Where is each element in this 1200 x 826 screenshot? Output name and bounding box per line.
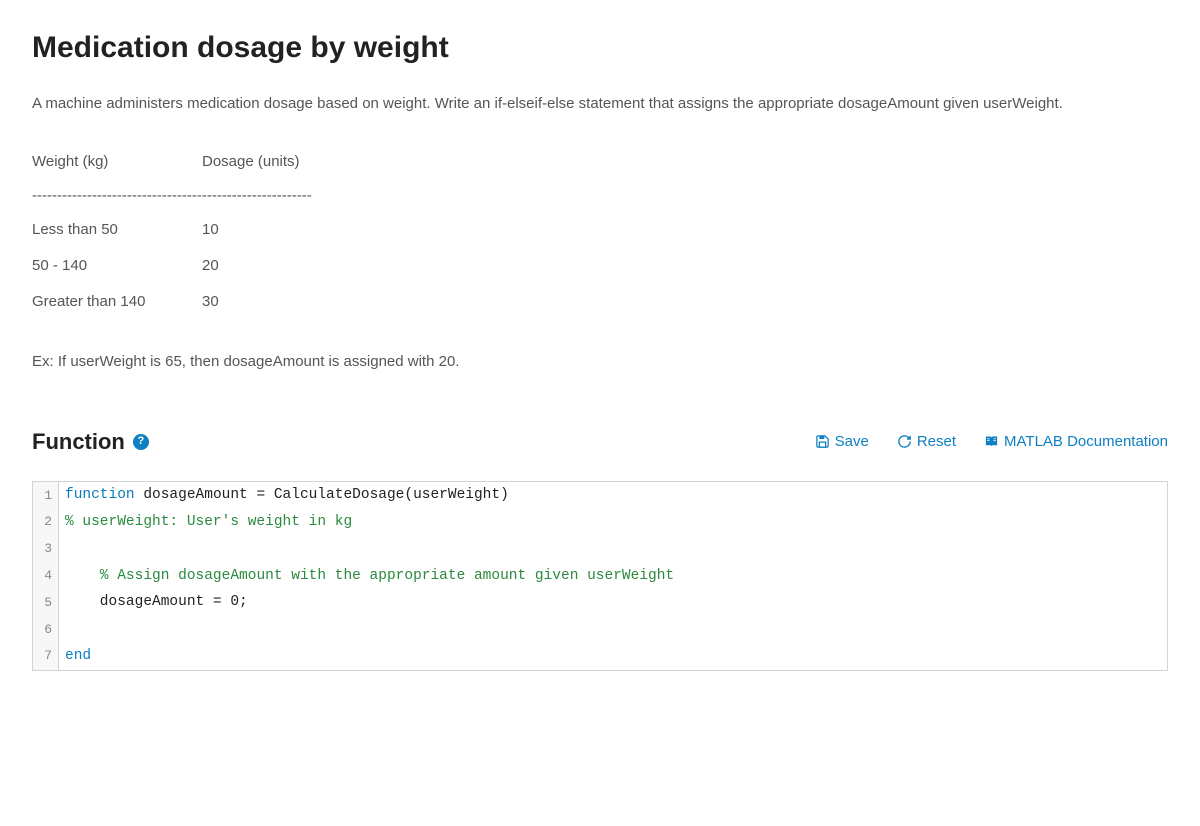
reset-label: Reset xyxy=(917,430,956,454)
code-content[interactable] xyxy=(59,616,74,643)
line-number: 4 xyxy=(33,563,59,590)
problem-description: A machine administers medication dosage … xyxy=(32,92,1168,116)
save-button[interactable]: Save xyxy=(815,430,869,454)
code-line[interactable]: 5 dosageAmount = 0; xyxy=(33,589,1167,616)
code-content[interactable]: % Assign dosageAmount with the appropria… xyxy=(59,563,674,590)
table-row: Less than 50 10 xyxy=(32,212,1168,248)
page-title: Medication dosage by weight xyxy=(32,24,1168,72)
table-cell-weight: Less than 50 xyxy=(32,218,202,242)
code-content[interactable]: dosageAmount = 0; xyxy=(59,589,248,616)
documentation-label: MATLAB Documentation xyxy=(1004,430,1168,454)
code-line[interactable]: 6 xyxy=(33,616,1167,643)
table-cell-weight: 50 - 140 xyxy=(32,254,202,278)
table-cell-weight: Greater than 140 xyxy=(32,290,202,314)
code-content[interactable]: % userWeight: User's weight in kg xyxy=(59,509,352,536)
table-row: 50 - 140 20 xyxy=(32,248,1168,284)
save-icon xyxy=(815,434,830,449)
line-number: 6 xyxy=(33,616,59,643)
code-line[interactable]: 4 % Assign dosageAmount with the appropr… xyxy=(33,563,1167,590)
line-number: 3 xyxy=(33,536,59,563)
line-number: 7 xyxy=(33,643,59,670)
table-header-weight: Weight (kg) xyxy=(32,150,202,174)
code-line[interactable]: 2% userWeight: User's weight in kg xyxy=(33,509,1167,536)
section-header: Function ? Save Reset xyxy=(32,424,1168,459)
documentation-link[interactable]: MATLAB Documentation xyxy=(984,430,1168,454)
code-content[interactable]: function dosageAmount = CalculateDosage(… xyxy=(59,482,509,509)
line-number: 5 xyxy=(33,589,59,616)
line-number: 2 xyxy=(33,509,59,536)
reset-button[interactable]: Reset xyxy=(897,430,956,454)
help-icon[interactable]: ? xyxy=(133,434,149,450)
table-divider: ----------------------------------------… xyxy=(32,184,1168,208)
reset-icon xyxy=(897,434,912,449)
table-cell-dosage: 10 xyxy=(202,218,342,242)
book-icon xyxy=(984,434,999,449)
table-cell-dosage: 30 xyxy=(202,290,342,314)
save-label: Save xyxy=(835,430,869,454)
table-row: Greater than 140 30 xyxy=(32,284,1168,320)
code-line[interactable]: 3 xyxy=(33,536,1167,563)
section-heading: Function xyxy=(32,424,125,459)
table-cell-dosage: 20 xyxy=(202,254,342,278)
table-header-row: Weight (kg) Dosage (units) xyxy=(32,144,1168,180)
line-number: 1 xyxy=(33,482,59,509)
code-line[interactable]: 1function dosageAmount = CalculateDosage… xyxy=(33,482,1167,509)
example-text: Ex: If userWeight is 65, then dosageAmou… xyxy=(32,350,1168,374)
dosage-table: Weight (kg) Dosage (units) -------------… xyxy=(32,144,1168,320)
code-content[interactable] xyxy=(59,536,74,563)
code-line[interactable]: 7end xyxy=(33,643,1167,670)
code-content[interactable]: end xyxy=(59,643,91,670)
code-editor[interactable]: 1function dosageAmount = CalculateDosage… xyxy=(32,481,1168,671)
table-header-dosage: Dosage (units) xyxy=(202,150,342,174)
